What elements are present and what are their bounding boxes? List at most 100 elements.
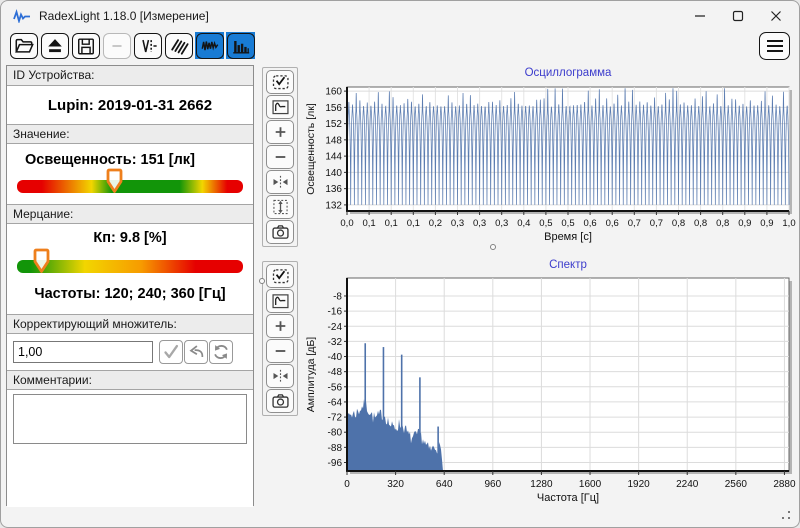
oscillogram-view-button[interactable]: [195, 32, 224, 59]
oscillogram-tools-fit-horizontal-button[interactable]: [266, 170, 294, 194]
titlebar: RadexLight 1.18.0 [Измерение]: [1, 1, 799, 31]
window-controls: [681, 1, 795, 31]
spectrum-tools-fit-horizontal-button[interactable]: [266, 364, 294, 388]
svg-text:2240: 2240: [676, 479, 699, 490]
zoom-out-icon: [275, 350, 285, 352]
spectrum-tools-zoom-in-button[interactable]: [266, 314, 294, 338]
chart-splitter-handle[interactable]: [490, 244, 496, 250]
rays-icon: [170, 38, 189, 55]
disconnected-action-button-frame: [102, 32, 131, 59]
svg-text:0,3: 0,3: [451, 218, 464, 229]
oscillogram-tools-zoom-out-button[interactable]: [266, 145, 294, 169]
flicker-scale: [17, 248, 243, 273]
svg-text:Частота [Гц]: Частота [Гц]: [537, 492, 599, 504]
svg-text:0,0: 0,0: [340, 218, 353, 229]
oscillogram-tools-snapshot-button[interactable]: [266, 220, 294, 244]
illuminance-marker[interactable]: [106, 168, 123, 199]
bars-icon: [232, 40, 249, 54]
spectrum-view-button[interactable]: [226, 32, 255, 59]
svg-text:-64: -64: [328, 397, 343, 408]
panel-splitter-handle[interactable]: [259, 278, 265, 284]
svg-text:0,7: 0,7: [628, 218, 641, 229]
select-region-icon: [272, 75, 289, 90]
fit-horizontal-icon: [273, 175, 287, 189]
svg-text:136: 136: [325, 184, 342, 195]
main-toolbar: [9, 32, 255, 59]
svg-text:Амплитуда [дБ]: Амплитуда [дБ]: [305, 337, 317, 413]
multiplier-header: Корректирующий множитель:: [7, 314, 253, 334]
save-button[interactable]: [71, 32, 100, 59]
resize-grip-icon[interactable]: [788, 517, 790, 519]
svg-text:2560: 2560: [725, 479, 748, 490]
eject-button[interactable]: [40, 32, 69, 59]
svg-text:148: 148: [325, 135, 342, 146]
disconnected-action-button[interactable]: [102, 32, 131, 59]
svg-text:0: 0: [344, 479, 350, 490]
signal-button-frame: [133, 32, 162, 59]
oscillogram-view-button-frame: [195, 32, 224, 59]
svg-text:0,4: 0,4: [517, 218, 530, 229]
minimize-button[interactable]: [681, 1, 719, 30]
measurement-panel: ID Устройства: Lupin: 2019-01-31 2662 Зн…: [6, 65, 254, 507]
save-icon: [77, 37, 94, 54]
window-title: RadexLight 1.18.0 [Измерение]: [39, 9, 209, 23]
comments-input[interactable]: [13, 394, 247, 444]
svg-text:Освещенность [лк]: Освещенность [лк]: [305, 103, 317, 195]
svg-text:0,1: 0,1: [362, 218, 375, 229]
svg-text:-56: -56: [328, 382, 343, 393]
spectrum-tools-snapshot-button[interactable]: [266, 389, 294, 413]
svg-text:0,9: 0,9: [760, 218, 773, 229]
eject-button-frame: [40, 32, 69, 59]
device-id-value: Lupin: 2019-01-31 2662: [7, 86, 253, 124]
close-button[interactable]: [757, 1, 795, 30]
refresh-button[interactable]: [209, 340, 233, 364]
multiplier-input[interactable]: [13, 341, 153, 363]
select-region-icon: [272, 269, 289, 284]
spectrum-title: Спектр: [549, 259, 587, 271]
open-button[interactable]: [9, 32, 38, 59]
svg-text:-8: -8: [333, 291, 342, 302]
spectrum-tools-zoom-out-button[interactable]: [266, 339, 294, 363]
svg-text:-40: -40: [328, 352, 343, 363]
oscillogram-tools-select-region-button[interactable]: [266, 70, 294, 94]
spectrum-tools-autoscale-button[interactable]: [266, 289, 294, 313]
apply-button[interactable]: [159, 340, 183, 364]
svg-text:-24: -24: [328, 322, 343, 333]
svg-text:0,2: 0,2: [429, 218, 442, 229]
app-window: RadexLight 1.18.0 [Измерение] ID Устройс…: [0, 0, 800, 528]
svg-text:0,7: 0,7: [650, 218, 663, 229]
illuminance-reading: Освещенность: 151 [лк]: [25, 152, 195, 168]
svg-text:0,8: 0,8: [672, 218, 685, 229]
comments-header: Комментарии:: [7, 370, 253, 390]
refresh-icon: [214, 345, 228, 359]
oscillogram-tools-zoom-in-button[interactable]: [266, 120, 294, 144]
zoom-in-icon: [275, 321, 285, 331]
signal-button[interactable]: [133, 32, 162, 59]
oscillogram-tools-autoscale-button[interactable]: [266, 95, 294, 119]
camera-icon: [271, 394, 289, 408]
undo-button[interactable]: [184, 340, 208, 364]
flicker-marker[interactable]: [33, 248, 50, 279]
fit-horizontal-icon: [273, 369, 287, 383]
oscillogram-tools-fit-vertical-button[interactable]: [266, 195, 294, 219]
svg-text:1,0: 1,0: [782, 218, 795, 229]
maximize-button[interactable]: [719, 1, 757, 30]
menu-button[interactable]: [759, 32, 790, 60]
spectrum-chart[interactable]: -8 -16 -24 -32 -40 -48 -56 -64 -72 -80 -88 -960 320 6…: [301, 273, 797, 505]
value-header: Значение:: [7, 124, 253, 144]
device-id-header: ID Устройства:: [7, 66, 253, 86]
svg-text:-72: -72: [328, 413, 343, 424]
light-rays-button[interactable]: [164, 32, 193, 59]
hamburger-icon: [766, 40, 783, 52]
camera-icon: [271, 225, 289, 239]
spectrum-view-button-frame: [226, 32, 255, 59]
svg-text:0,3: 0,3: [495, 218, 508, 229]
svg-text:152: 152: [325, 119, 342, 130]
minimize-icon: [695, 14, 705, 17]
save-button-frame: [71, 32, 100, 59]
pulse-icon: [141, 39, 157, 52]
wave-icon: [201, 40, 218, 51]
spectrum-tools-select-region-button[interactable]: [266, 264, 294, 288]
oscillogram-chart[interactable]: 160 156 152 148 144 140 136 132 0,0 0,1 0,1 0,1 0,2 0…: [301, 79, 797, 247]
light-rays-button-frame: [164, 32, 193, 59]
